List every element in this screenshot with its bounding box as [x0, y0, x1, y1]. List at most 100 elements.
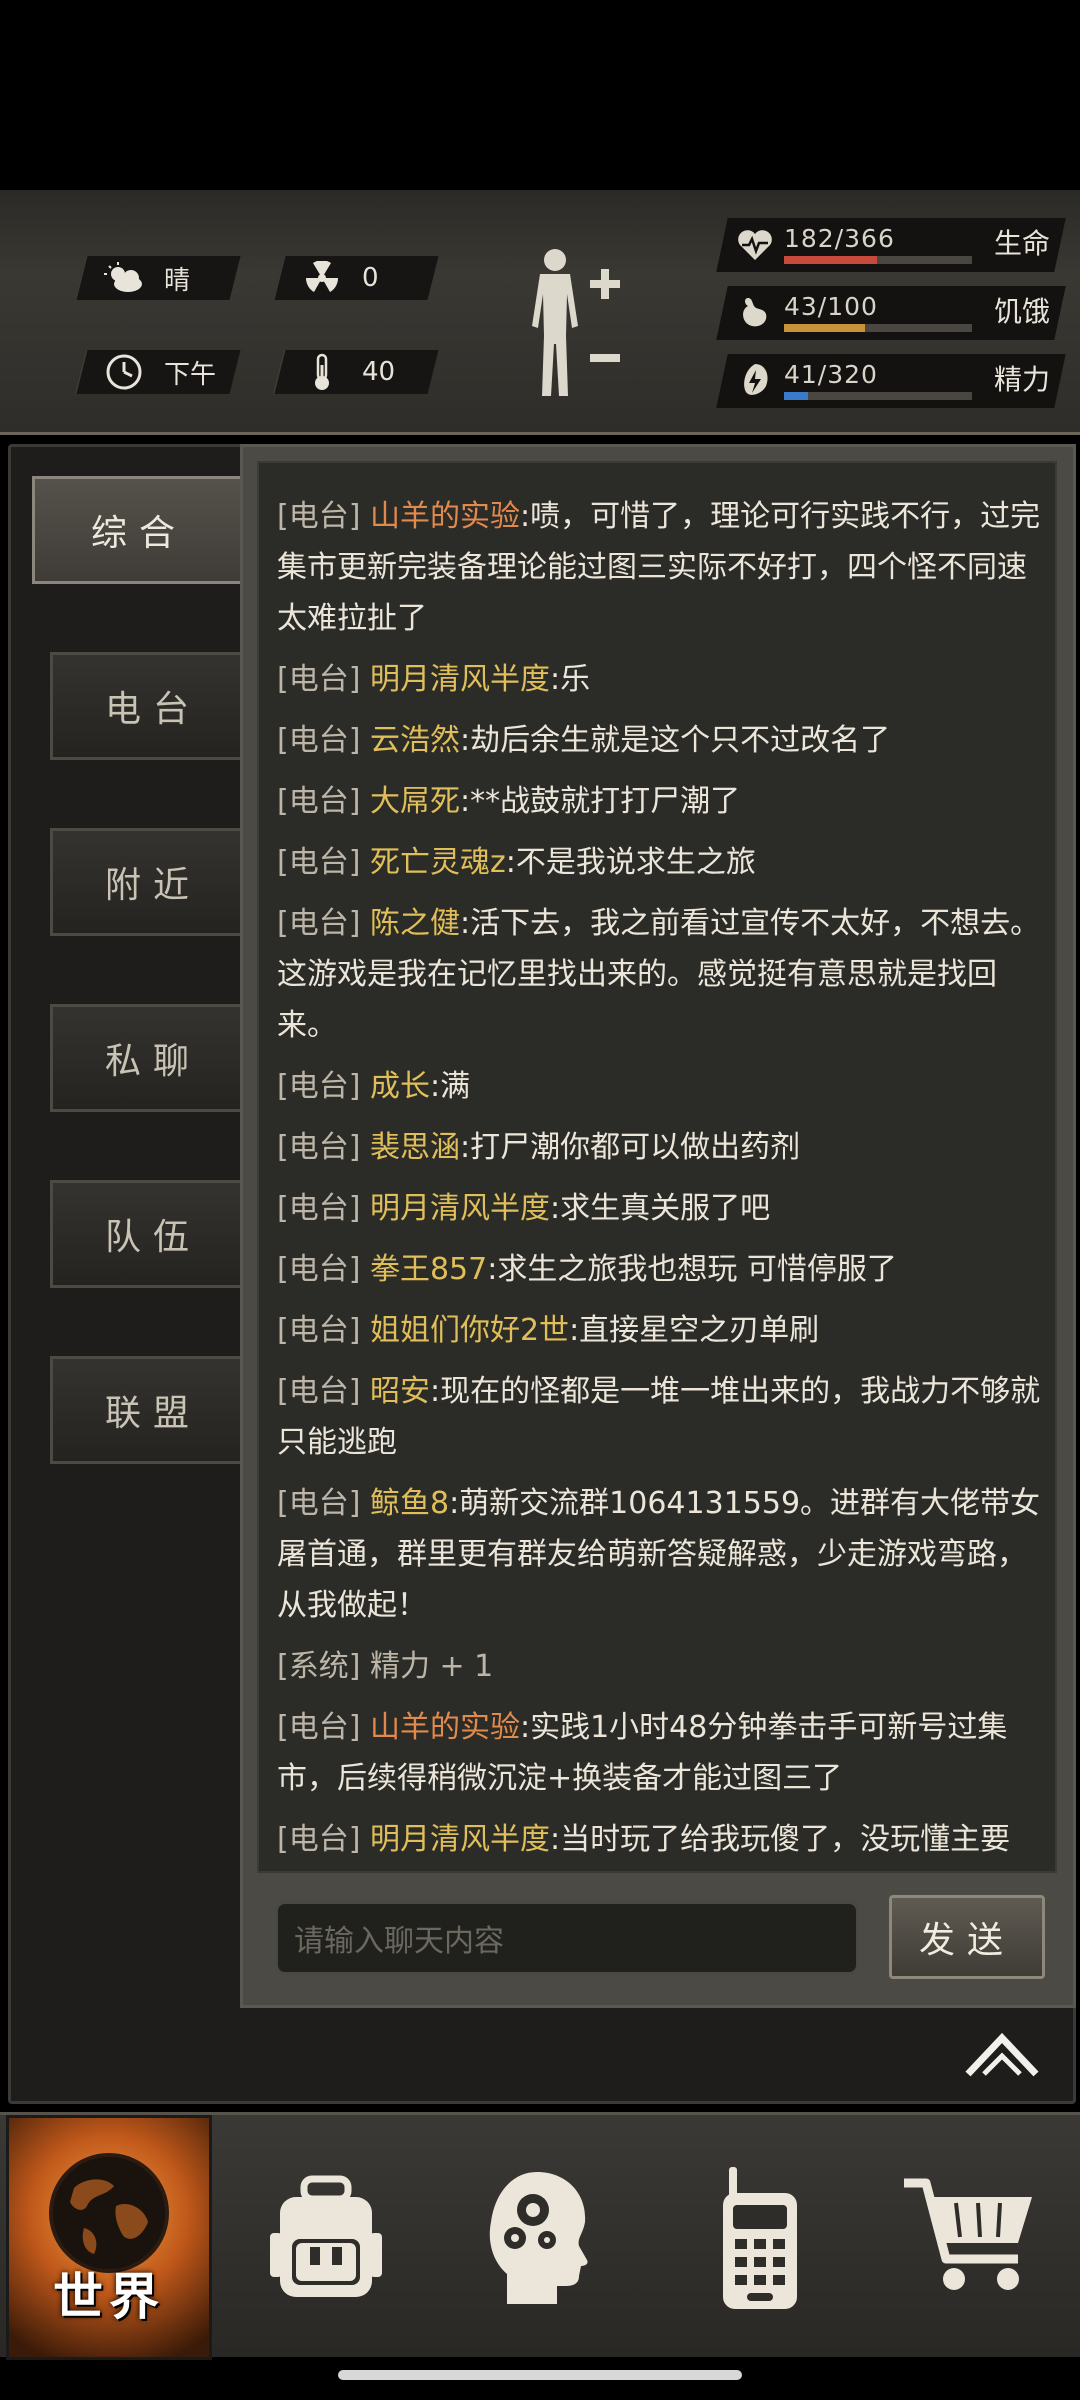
chat-message: [电台] 死亡灵魂z:不是我说求生之旅 [277, 837, 1047, 888]
clock-icon [104, 352, 144, 392]
message-text: :乐 [549, 662, 591, 697]
energy-label: 精力 [993, 363, 1050, 396]
nav-skills[interactable] [440, 2115, 640, 2360]
collapse-button[interactable] [964, 2030, 1040, 2080]
health-value: 182/366 [784, 224, 895, 253]
message-channel: [电台] [277, 1130, 361, 1165]
message-channel: [电台] [277, 906, 361, 941]
chat-message: [电台] 裴思涵:打尸潮你都可以做出药剂 [277, 1122, 1047, 1173]
radiation-icon [302, 258, 342, 298]
status-bar: 晴 0 下午 40 182/366 生命 43/100 饥饿 41/320 精力 [0, 190, 1080, 435]
message-channel: [电台] [277, 662, 361, 697]
hunger-label: 饥饿 [993, 295, 1050, 328]
message-sender[interactable]: 明月清风半度 [370, 662, 550, 697]
tab-alliance[interactable]: 联盟 [50, 1356, 256, 1464]
message-text: 精力 + 1 [369, 1649, 494, 1684]
message-sender[interactable]: 云浩然 [370, 723, 460, 758]
weather-text: 晴 [164, 265, 191, 296]
message-text: :当时玩了给我玩傻了，没玩懂主要 [549, 1822, 1011, 1857]
chevron-up-icon [965, 2032, 1039, 2077]
tab-nearby[interactable]: 附近 [50, 828, 256, 936]
nav-radio[interactable] [660, 2115, 860, 2360]
message-channel: [电台] [277, 499, 361, 534]
energy-bolt-icon [744, 364, 768, 395]
health-label: 生命 [993, 227, 1050, 260]
thermometer-icon [302, 352, 342, 392]
send-button[interactable]: 发送 [889, 1895, 1045, 1979]
weather-pill: 晴 [74, 256, 241, 300]
chat-message: [电台] 明月清风半度:当时玩了给我玩傻了，没玩懂主要 [277, 1814, 1047, 1865]
message-sender[interactable]: 明月清风半度 [370, 1191, 550, 1226]
chat-message: [电台] 明月清风半度:乐 [277, 654, 1047, 705]
nav-world[interactable]: 世界 [6, 2115, 212, 2360]
time-pill: 下午 [74, 350, 241, 394]
message-sender[interactable]: 大屌死 [370, 784, 460, 819]
head-gears-icon [489, 2171, 588, 2304]
message-sender[interactable]: 山羊的实验 [370, 499, 520, 534]
tab-radio[interactable]: 电台 [50, 652, 256, 760]
health-bar: 182/366 生命 [716, 218, 1066, 272]
message-text: :求生真关服了吧 [549, 1191, 771, 1226]
message-sender[interactable]: 拳王857 [370, 1252, 487, 1287]
tab-general[interactable]: 综合 [32, 476, 246, 584]
chat-message: [电台] 大屌死:**战鼓就打打尸潮了 [277, 776, 1047, 827]
message-channel: [系统] [277, 1649, 361, 1684]
bottom-nav: 世界 [0, 2112, 1080, 2360]
backpack-icon [270, 2175, 382, 2297]
body-status-button[interactable] [518, 246, 628, 406]
hunger-fill [784, 324, 865, 332]
message-channel: [电台] [277, 1710, 361, 1745]
nav-shop[interactable] [870, 2115, 1070, 2360]
temperature-value: 40 [362, 357, 396, 387]
home-indicator[interactable] [338, 2370, 742, 2380]
chat-box: [电台] 山羊的实验:啧，可惜了，理论可行实践不行，过完集市更新完装备理论能过图… [240, 444, 1076, 2008]
nav-world-label: 世界 [53, 2268, 165, 2326]
chat-input[interactable]: 请输入聊天内容 [275, 1901, 859, 1975]
message-text: :不是我说求生之旅 [505, 845, 756, 880]
chat-message: [电台] 陈之健:活下去，我之前看过宣传不太好，不想去。这游戏是我在记忆里找出来… [277, 898, 1047, 1051]
message-text: :求生之旅我也想玩 可惜停服了 [487, 1252, 897, 1287]
health-fill [784, 256, 878, 264]
message-channel: [电台] [277, 1486, 361, 1521]
heart-pulse-icon [738, 230, 772, 260]
chat-message: [系统] 精力 + 1 [277, 1641, 1047, 1692]
message-sender[interactable]: 昭安 [370, 1374, 430, 1409]
chat-message: [电台] 成长:满 [277, 1061, 1047, 1112]
message-sender[interactable]: 成长 [370, 1069, 430, 1104]
message-sender[interactable]: 裴思涵 [370, 1130, 460, 1165]
shopping-cart-icon [904, 2178, 1032, 2290]
hunger-value: 43/100 [784, 292, 878, 321]
tab-team[interactable]: 队伍 [50, 1180, 256, 1288]
message-channel: [电台] [277, 784, 361, 819]
message-sender[interactable]: 陈之健 [370, 906, 460, 941]
message-channel: [电台] [277, 1822, 361, 1857]
human-body-icon [532, 249, 620, 396]
chat-message: [电台] 昭安:现在的怪都是一堆一堆出来的，我战力不够就只能逃跑 [277, 1366, 1047, 1468]
chat-message: [电台] 明月清风半度:求生真关服了吧 [277, 1183, 1047, 1234]
message-sender[interactable]: 死亡灵魂z [370, 845, 506, 880]
stomach-icon [743, 298, 767, 327]
message-sender[interactable]: 明月清风半度 [370, 1822, 550, 1857]
message-text: :打尸潮你都可以做出药剂 [459, 1130, 801, 1165]
message-channel: [电台] [277, 1374, 361, 1409]
partly-cloudy-icon [104, 258, 144, 298]
message-text: :直接星空之刃单刷 [569, 1313, 820, 1348]
message-channel: [电台] [277, 1313, 361, 1348]
message-channel: [电台] [277, 1069, 361, 1104]
temperature-pill: 40 [272, 350, 439, 394]
message-channel: [电台] [277, 723, 361, 758]
message-sender[interactable]: 山羊的实验 [370, 1710, 520, 1745]
tab-private[interactable]: 私聊 [50, 1004, 256, 1112]
radiation-value: 0 [362, 263, 379, 293]
message-channel: [电台] [277, 845, 361, 880]
walkie-talkie-icon [723, 2166, 797, 2309]
chat-message: [电台] 山羊的实验:实践1小时48分钟拳击手可新号过集市，后续得稍微沉淀+换装… [277, 1702, 1047, 1804]
message-list[interactable]: [电台] 山羊的实验:啧，可惜了，理论可行实践不行，过完集市更新完装备理论能过图… [257, 461, 1057, 1873]
energy-fill [784, 392, 809, 400]
message-channel: [电台] [277, 1252, 361, 1287]
message-sender[interactable]: 姐姐们你好2世 [370, 1313, 569, 1348]
message-sender[interactable]: 鲸鱼8 [370, 1486, 449, 1521]
nav-backpack[interactable] [226, 2115, 426, 2360]
message-text: :劫后余生就是这个只不过改名了 [459, 723, 891, 758]
radiation-pill: 0 [272, 256, 439, 300]
